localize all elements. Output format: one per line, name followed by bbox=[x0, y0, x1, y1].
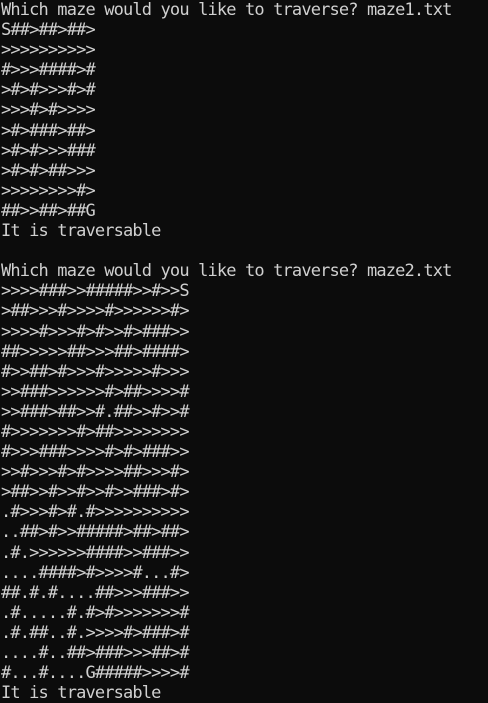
maze-row: >>>>#>>>#>#>>#>###>> bbox=[1, 321, 190, 342]
maze-row: ##>>##>##G bbox=[1, 200, 96, 221]
maze-row: >>###>##>>#.##>>#>># bbox=[1, 401, 190, 422]
prompt-line: Which maze would you like to traverse? m… bbox=[1, 261, 452, 282]
maze-row: >##>>#>>#>>#>>###>#> bbox=[1, 482, 190, 503]
maze-row: #...#....G#####>>>># bbox=[1, 663, 190, 684]
maze-row: >>>#>#>>>> bbox=[1, 100, 96, 121]
result-line: It is traversable bbox=[1, 683, 161, 703]
maze-row: .#.##..#.>>>>#>###># bbox=[1, 622, 190, 643]
maze-row: >>>>###>>#####>>#>>S bbox=[1, 281, 190, 302]
prompt-line: Which maze would you like to traverse? m… bbox=[1, 0, 452, 20]
maze-row: #>>>###>>>>#>#>###>> bbox=[1, 442, 190, 463]
maze-row: ....####>#>>>>#...#> bbox=[1, 562, 190, 583]
maze-row: >#>#>>>### bbox=[1, 140, 96, 161]
maze-row: >##>>>#>>>>#>>>>>>#> bbox=[1, 301, 190, 322]
maze-row: S##>##>##> bbox=[1, 20, 96, 41]
maze-row: .#>>>#>#.#>>>>>>>>>> bbox=[1, 502, 190, 523]
maze-row: .#.>>>>>>####>>###>> bbox=[1, 542, 190, 563]
console-window[interactable]: Which maze would you like to traverse? m… bbox=[0, 0, 488, 703]
maze-row: ##.#.#....##>>>###>> bbox=[1, 582, 190, 603]
maze-row: #>>>>>>>#>##>>>>>>>> bbox=[1, 421, 190, 442]
maze-row: ..##>#>>#####>##>##> bbox=[1, 522, 190, 543]
maze-row: #>>##>#>>>#>>>>>#>>> bbox=[1, 361, 190, 382]
maze-row: #>>>####># bbox=[1, 60, 96, 81]
maze-row: >>#>>>#>#>>>>##>>>#> bbox=[1, 462, 190, 483]
maze-row: >#>#>##>>> bbox=[1, 160, 96, 181]
maze-row: ##>>>>>##>>>##>####> bbox=[1, 341, 190, 362]
maze-row: .#.....#.#>#>>>>>>># bbox=[1, 602, 190, 623]
maze-row: >#>###>##> bbox=[1, 120, 96, 141]
maze-row: >#>#>>>#># bbox=[1, 80, 96, 101]
maze-row: >>>>>>>>#> bbox=[1, 180, 96, 201]
maze-row: >>>>>>>>>> bbox=[1, 40, 96, 61]
result-line: It is traversable bbox=[1, 221, 161, 242]
maze-row: >>###>>>>>>#>##>>>># bbox=[1, 381, 190, 402]
maze-row: ....#..##>###>>>##># bbox=[1, 643, 190, 663]
